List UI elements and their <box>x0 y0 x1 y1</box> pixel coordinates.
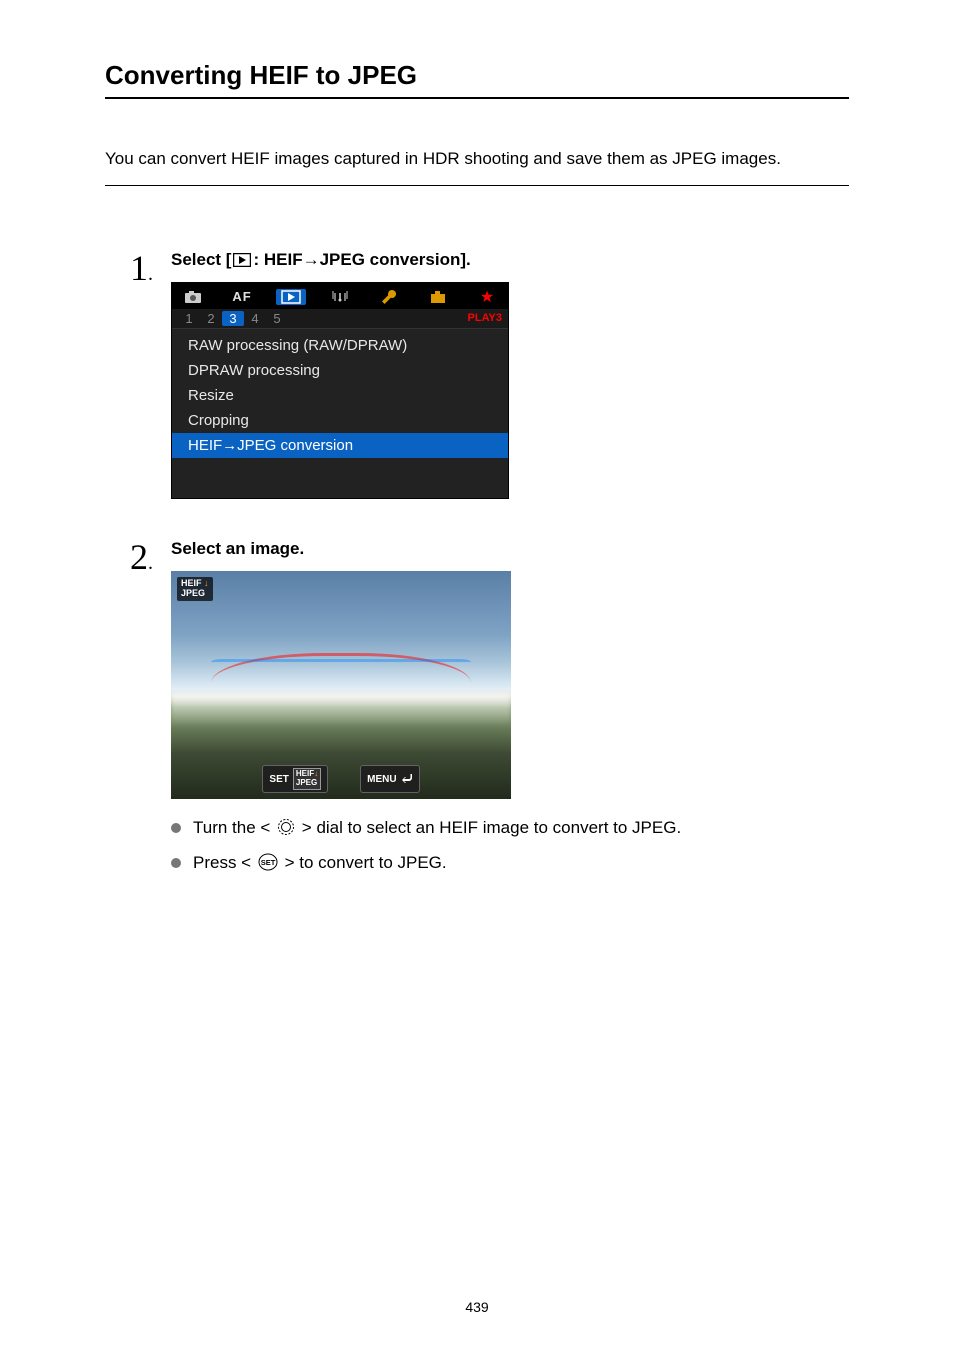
subtab-5: 5 <box>266 311 288 326</box>
page-title: Converting HEIF to JPEG <box>105 60 849 99</box>
menu-top-tabs: AF ★ <box>172 283 508 309</box>
playback-tab-icon <box>276 289 306 305</box>
subtab-4: 4 <box>244 311 266 326</box>
af-tab-label: AF <box>227 289 257 304</box>
overlay-buttons: SET HEIF↓ JPEG MENU <box>171 765 511 793</box>
menu-item-list: RAW processing (RAW/DPRAW) DPRAW process… <box>172 329 508 498</box>
set-button-icon: SET <box>258 853 283 872</box>
menu-item-heif-jpeg: HEIF→JPEG conversion <box>172 433 508 458</box>
intro-text: You can convert HEIF images captured in … <box>105 147 849 186</box>
subtab-1: 1 <box>178 311 200 326</box>
step-1-heading: Select [ : HEIF→JPEG conversion]. <box>171 250 849 270</box>
quick-control-dial-icon <box>277 818 300 837</box>
menu-sub-tabs: 1 2 3 4 5 PLAY3 <box>172 309 508 329</box>
return-icon <box>401 773 413 786</box>
menu-item-cropping: Cropping <box>172 408 508 433</box>
step-2: 2. Select an image. HEIF ↓ JPEG SET HEIF… <box>105 539 849 886</box>
step-number: 1. <box>105 250 153 499</box>
step-2-heading: Select an image. <box>171 539 849 559</box>
subtab-2: 2 <box>200 311 222 326</box>
page-number: 439 <box>0 1299 954 1315</box>
image-selection-screenshot: HEIF ↓ JPEG SET HEIF↓ JPEG MENU <box>171 571 511 799</box>
wrench-icon <box>374 289 404 305</box>
bullet-turn-dial: Turn the < > dial to select an HEIF imag… <box>171 815 849 841</box>
section-label: PLAY3 <box>468 312 502 324</box>
camera-icon <box>178 290 208 304</box>
subtab-3: 3 <box>222 311 244 326</box>
menu-button-overlay: MENU <box>360 765 419 793</box>
set-button-overlay: SET HEIF↓ JPEG <box>262 765 328 793</box>
camera-menu-screenshot: AF ★ 1 2 <box>171 282 509 499</box>
bullet-icon <box>171 858 181 868</box>
menu-item-resize: Resize <box>172 383 508 408</box>
down-arrow-icon: ↓ <box>204 578 209 588</box>
bullet-icon <box>171 823 181 833</box>
custom-icon <box>423 290 453 304</box>
menu-item-dpraw: DPRAW processing <box>172 358 508 383</box>
menu-item-raw: RAW processing (RAW/DPRAW) <box>172 333 508 358</box>
playback-icon <box>233 253 251 267</box>
bullet-press-set: Press < SET > to convert to JPEG. <box>171 850 849 876</box>
step-2-bullets: Turn the < > dial to select an HEIF imag… <box>171 815 849 876</box>
step-1: 1. Select [ : HEIF→JPEG conversion]. <box>105 250 849 499</box>
steps-list: 1. Select [ : HEIF→JPEG conversion]. <box>105 250 849 886</box>
svg-text:SET: SET <box>261 858 276 867</box>
step-number: 2. <box>105 539 153 886</box>
wireless-icon <box>325 290 355 304</box>
heif-jpeg-badge: HEIF ↓ JPEG <box>177 577 213 601</box>
star-icon: ★ <box>472 287 502 307</box>
